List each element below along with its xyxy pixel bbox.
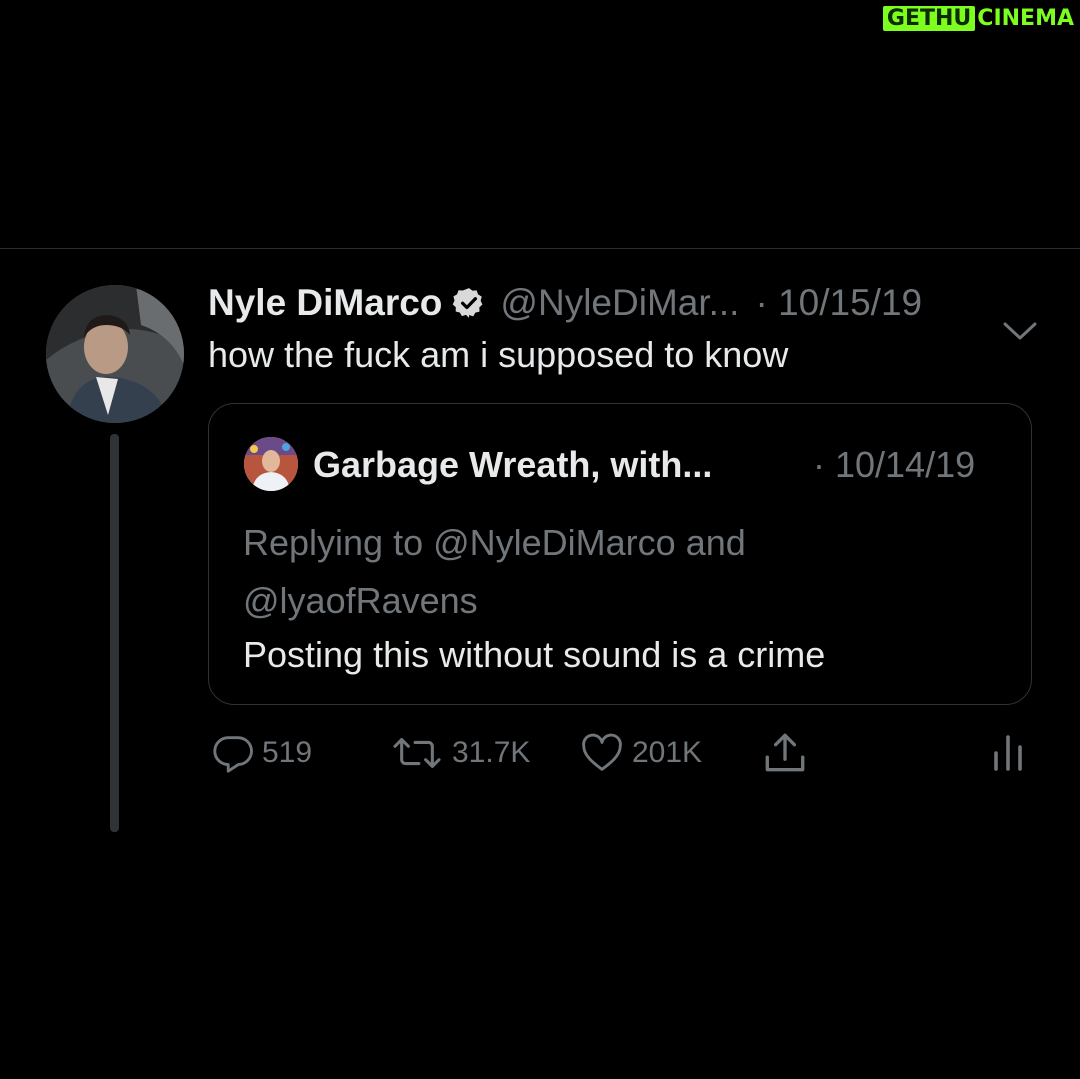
share-icon: [760, 728, 810, 778]
reply-count: 519: [262, 736, 313, 769]
author-avatar[interactable]: [46, 285, 184, 423]
quoted-text: Posting this without sound is a crime: [243, 634, 826, 675]
like-count: 201K: [632, 736, 703, 769]
quoted-tweet-card[interactable]: Garbage Wreath, with... · 10/14/19 Reply…: [208, 403, 1032, 705]
quoted-author-name[interactable]: Garbage Wreath, with...: [313, 444, 712, 486]
like-button[interactable]: 201K: [578, 728, 702, 778]
quoted-replying-to: Replying to @NyleDiMarco and @lyaofRaven…: [243, 514, 943, 630]
share-button[interactable]: [760, 728, 810, 778]
watermark-logo: GETHU CINEMA: [882, 6, 1074, 31]
tweet-text: how the fuck am i supposed to know: [208, 334, 789, 375]
reply-button[interactable]: 519: [210, 728, 312, 778]
watermark-part1: GETHU: [882, 6, 976, 31]
retweet-icon: [388, 730, 446, 776]
analytics-icon: [990, 728, 1026, 778]
author-handle[interactable]: @NyleDiMar...: [500, 282, 739, 324]
retweet-button[interactable]: 31.7K: [388, 728, 530, 778]
replying-line-2[interactable]: @lyaofRavens: [243, 572, 943, 630]
author-name[interactable]: Nyle DiMarco: [208, 282, 442, 324]
verified-badge-icon: [452, 286, 486, 320]
chevron-down-icon[interactable]: [1000, 318, 1040, 351]
watermark-part2: CINEMA: [977, 6, 1074, 31]
tweet-header: Nyle DiMarco @NyleDiMar... · 10/15/19: [208, 280, 922, 326]
quoted-author-avatar: [244, 437, 298, 491]
replying-line-1[interactable]: Replying to @NyleDiMarco and: [243, 514, 943, 572]
reply-bubble-icon: [210, 730, 256, 776]
retweet-count: 31.7K: [452, 736, 531, 769]
analytics-button[interactable]: [990, 728, 1026, 778]
tweet-actions: 519 31.7K 201K: [0, 728, 1080, 778]
tweet-date[interactable]: · 10/15/19: [755, 282, 922, 324]
top-divider: [0, 248, 1080, 249]
heart-icon: [578, 730, 626, 776]
quoted-date: · 10/14/19: [813, 444, 976, 485]
